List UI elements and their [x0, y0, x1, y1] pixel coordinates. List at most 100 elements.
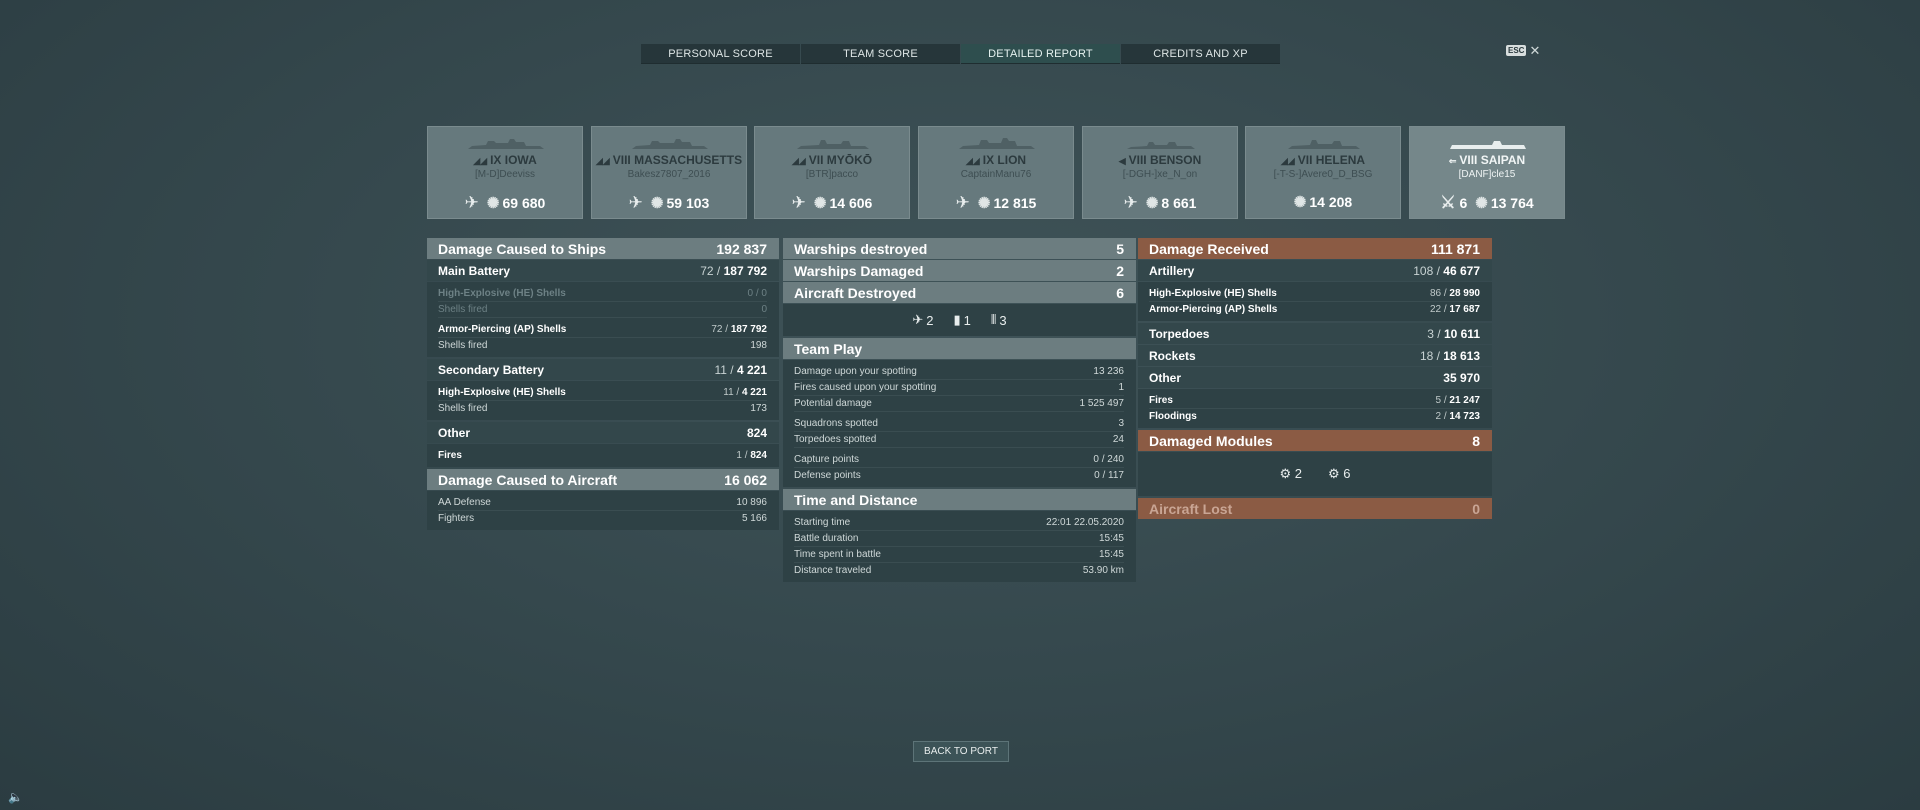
ship-stats: ✈ ✺ 8 661	[1083, 193, 1237, 213]
damage-caused-panel: Damage Caused to Ships 192 837 Main Batte…	[427, 238, 779, 532]
damage-value: 12 815	[993, 195, 1037, 211]
ship-class-icon: ◢◢	[473, 156, 488, 166]
stat-row: Time spent in battle 15:45	[794, 547, 1124, 563]
damage-icon: ✺	[650, 195, 664, 212]
plane-icon: ✈	[464, 193, 479, 212]
aircraft-destroyed-header: Aircraft Destroyed 6	[783, 282, 1136, 303]
damage-caused-to-aircraft-header: Damage Caused to Aircraft 16 062	[427, 469, 779, 490]
ship-class-icon: ◀	[1118, 156, 1126, 166]
tab-team-score[interactable]: TEAM SCORE	[801, 44, 960, 64]
damage-value: 13 764	[1490, 195, 1534, 211]
battleship-silhouette-icon	[959, 138, 1035, 149]
stat-row: Battle duration 15:45	[794, 531, 1124, 547]
tab-credits-and-xp[interactable]: CREDITS AND XP	[1121, 44, 1280, 64]
player-name: [-DGH-]xe_N_on	[1122, 169, 1198, 180]
ship-card[interactable]: ◢◢ VIII MASSACHUSETTS Bakesz7807_2016 ✈ ✺…	[591, 126, 747, 219]
stat-row: Distance traveled 53.90 km	[794, 565, 1124, 576]
sound-icon[interactable]: 🔈	[8, 790, 23, 804]
secondary-battery-header: Secondary Battery 11 / 4 221	[427, 359, 779, 380]
ship-stats: ✈ ✺ 12 815	[919, 193, 1073, 213]
other-received-details: Fires 5 / 21 247 Floodings 2 / 14 723	[1138, 389, 1492, 428]
team-play-header: Team Play	[783, 338, 1136, 359]
report-tabs: PERSONAL SCORE TEAM SCORE DETAILED REPOR…	[641, 44, 1281, 64]
kills-value: 6	[1459, 195, 1468, 211]
stat-row: Damage upon your spotting 13 236	[794, 364, 1124, 380]
damage-value: 8 661	[1161, 195, 1197, 211]
ship-class-icon: ⇐	[1448, 156, 1457, 166]
carrier-silhouette-icon	[1450, 141, 1526, 149]
stat-row: Squadrons spotted 3	[794, 416, 1124, 432]
player-name: [-T-S-]Avere0_D_BSG	[1273, 169, 1373, 180]
close-icon: ✕	[1529, 42, 1541, 58]
damage-icon: ✺	[1293, 194, 1307, 211]
other-received-header: Other 35 970	[1138, 367, 1492, 388]
damage-value: 14 208	[1309, 194, 1353, 210]
cruiser-silhouette-icon	[797, 140, 869, 149]
ship-card[interactable]: ◢◢ IX LION CaptainManu76 ✈ ✺ 12 815	[918, 126, 1074, 219]
fighter-plane-icon: ✈	[912, 312, 924, 327]
rockets-header: Rockets 18 / 18 613	[1138, 345, 1492, 366]
stat-row: Armor-Piercing (AP) Shells 22 / 17 687	[1149, 304, 1480, 315]
damage-icon: ✺	[813, 195, 827, 212]
ship-name: ◀ VIII BENSON	[1118, 153, 1202, 167]
destroyer-silhouette-icon	[1127, 142, 1195, 149]
stat-row: AA Defense 10 896	[438, 495, 767, 511]
other-header: Other 824	[427, 422, 779, 443]
stat-row: Potential damage 1 525 497	[794, 396, 1124, 412]
module-gear-icon: ⚙	[1328, 466, 1340, 481]
stat-row: Shells fired 173	[438, 403, 767, 414]
damage-icon: ✺	[1145, 195, 1159, 212]
ship-card[interactable]: ◀ VIII BENSON [-DGH-]xe_N_on ✈ ✺ 8 661	[1082, 126, 1238, 219]
battleship-silhouette-icon	[632, 139, 708, 149]
stat-row: Floodings 2 / 14 723	[1149, 411, 1480, 422]
ship-class-icon: ◢◢	[791, 156, 806, 166]
ship-card[interactable]: ◢◢ VII MYŌKŌ [BTR]pacco ✈ ✺ 14 606	[754, 126, 910, 219]
artillery-details: High-Explosive (HE) Shells 86 / 28 990 Ar…	[1138, 282, 1492, 321]
stat-row: Shells fired 198	[438, 340, 767, 351]
main-battery-header: Main Battery 72 / 187 792	[427, 260, 779, 281]
ship-stats: ✈ ✺ 69 680	[428, 193, 582, 213]
back-to-port-button[interactable]: BACK TO PORT	[913, 741, 1009, 762]
ship-class-icon: ◢◢	[1280, 156, 1295, 166]
other-details: Fires 1 / 824	[427, 444, 779, 467]
player-name: [M-D]Deeviss	[474, 169, 535, 180]
damage-value: 14 606	[829, 195, 873, 211]
ship-name: ⇐ VIII SAIPAN	[1448, 153, 1526, 167]
ship-card-player[interactable]: ⇐ VIII SAIPAN [DANF]cle15 ⚔ 6 ✺ 13 764	[1409, 126, 1565, 219]
ship-card[interactable]: ◢◢ IX IOWA [M-D]Deeviss ✈ ✺ 69 680	[427, 126, 583, 219]
plane-icon: ✈	[791, 193, 806, 212]
stat-row: Fires caused upon your spotting 1	[794, 380, 1124, 396]
aircraft-damage-details: AA Defense 10 896 Fighters 5 166	[427, 491, 779, 530]
module-wrench-icon: ⚙	[1279, 466, 1292, 481]
close-button[interactable]: ESC ✕	[1506, 42, 1541, 58]
stat-row: High-Explosive (HE) Shells 11 / 4 221	[438, 385, 767, 401]
stat-row: Capture points 0 / 240	[794, 452, 1124, 468]
damage-received-header: Damage Received 111 871	[1138, 238, 1492, 259]
ship-name: ◢◢ VII MYŌKŌ	[791, 153, 873, 167]
time-and-distance-header: Time and Distance	[783, 489, 1136, 510]
player-name: [DANF]cle15	[1458, 169, 1516, 180]
ship-name: ◢◢ VII HELENA	[1280, 153, 1366, 167]
damage-received-panel: Damage Received 111 871 Artillery 108 / 46…	[1138, 238, 1492, 520]
tab-personal-score[interactable]: PERSONAL SCORE	[641, 44, 800, 64]
ship-stats: ✺ 14 208	[1246, 193, 1400, 211]
stat-row: High-Explosive (HE) Shells 0 / 0	[438, 286, 767, 302]
results-panel: Warships destroyed 5 Warships Damaged 2 Ai…	[783, 238, 1136, 584]
damage-value: 59 103	[666, 195, 710, 211]
aircraft-lost-header: Aircraft Lost 0	[1138, 498, 1492, 519]
aircraft-destroyed-breakdown: ✈ 2 ▮ 1 ⫴ 3	[783, 304, 1136, 336]
main-battery-details: High-Explosive (HE) Shells 0 / 0 Shells f…	[427, 282, 779, 357]
ship-class-icon: ◢◢	[965, 156, 980, 166]
battleship-silhouette-icon	[468, 139, 544, 149]
player-name: [BTR]pacco	[805, 169, 859, 180]
torpedoes-header: Torpedoes 3 / 10 611	[1138, 323, 1492, 344]
stat-row: Shells fired 0	[438, 302, 767, 318]
crossed-swords-icon: ⚔	[1440, 193, 1456, 212]
tab-detailed-report[interactable]: DETAILED REPORT	[961, 44, 1120, 64]
ship-class-icon: ◢◢	[595, 156, 610, 166]
damage-caused-to-ships-header: Damage Caused to Ships 192 837	[427, 238, 779, 259]
cruiser-silhouette-icon	[1288, 140, 1360, 149]
ship-card[interactable]: ◢◢ VII HELENA [-T-S-]Avere0_D_BSG ✺ 14 208	[1245, 126, 1401, 219]
ship-name: ◢◢ IX LION	[965, 153, 1027, 167]
ship-stats: ✈ ✺ 14 606	[755, 193, 909, 213]
